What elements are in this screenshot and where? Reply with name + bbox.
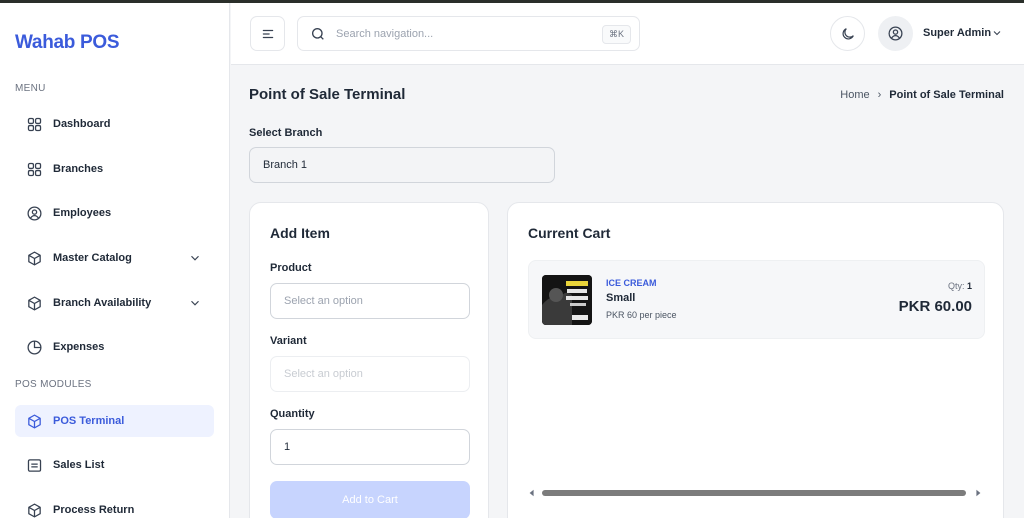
search-shortcut-badge: ⌘K	[601, 25, 631, 44]
cart-item[interactable]: ICE CREAM Small PKR 60 per piece Qty: 1 …	[528, 260, 985, 339]
qty-label: Qty:	[947, 281, 965, 291]
user-circle-icon	[25, 204, 43, 222]
search-icon	[312, 28, 324, 40]
branch-select[interactable]: Branch 1	[249, 147, 555, 183]
sidebar-item-sales-list[interactable]: Sales List	[15, 449, 214, 481]
horizontal-scrollbar[interactable]	[528, 487, 985, 499]
theme-toggle-button[interactable]	[830, 16, 865, 51]
cart-item-name: Small	[606, 292, 636, 304]
box-icon	[25, 501, 43, 518]
sidebar-item-label: Process Return	[53, 504, 135, 516]
top-header: ⌘K Super Admin	[231, 3, 1024, 65]
variant-select[interactable]: Select an option	[270, 356, 470, 392]
breadcrumb-home-link[interactable]: Home	[840, 89, 869, 101]
sidebar-item-employees[interactable]: Employees	[15, 197, 214, 229]
scrollbar-thumb[interactable]	[542, 490, 966, 496]
product-thumbnail	[542, 275, 592, 325]
breadcrumb-separator: ›	[877, 89, 882, 101]
branch-select-label: Select Branch	[249, 127, 323, 139]
quantity-label: Quantity	[270, 408, 315, 420]
add-to-cart-button[interactable]: Add to Cart	[270, 481, 470, 518]
menu-icon	[262, 29, 273, 38]
sidebar-item-label: Expenses	[53, 341, 105, 353]
sidebar-item-label: Master Catalog	[53, 252, 132, 264]
sidebar-item-master-catalog[interactable]: Master Catalog	[15, 242, 214, 274]
quantity-input[interactable]: 1	[270, 429, 470, 465]
add-item-card: Add Item Product Select an option Varian…	[249, 202, 489, 518]
list-icon	[25, 456, 43, 474]
cart-item-unit-price: PKR 60 per piece	[606, 310, 677, 320]
avatar[interactable]	[878, 16, 913, 51]
qty-value: 1	[966, 281, 972, 291]
product-label: Product	[270, 262, 312, 274]
box-icon	[25, 294, 43, 312]
cart-title: Current Cart	[528, 225, 611, 241]
brand-logo[interactable]: Wahab POS	[15, 32, 120, 54]
sidebar-item-branch-availability[interactable]: Branch Availability	[15, 287, 214, 319]
sidebar-item-branches[interactable]: Branches	[15, 153, 214, 185]
add-item-title: Add Item	[270, 225, 330, 241]
grid-icon	[25, 115, 43, 133]
menu-toggle-button[interactable]	[250, 16, 285, 51]
box-icon	[25, 412, 43, 430]
sidebar-item-expenses[interactable]: Expenses	[15, 331, 214, 363]
cart-item-total: PKR 60.00	[898, 298, 972, 315]
sidebar-item-process-return[interactable]: Process Return	[15, 494, 214, 518]
moon-icon	[842, 27, 854, 39]
breadcrumb-current: Point of Sale Terminal	[889, 89, 1004, 101]
sidebar-item-pos-terminal[interactable]: POS Terminal	[15, 405, 214, 437]
variant-label: Variant	[270, 335, 307, 347]
chevron-down-icon	[191, 300, 199, 306]
sidebar-item-label: Branch Availability	[53, 297, 152, 309]
sidebar-item-label: POS Terminal	[53, 415, 125, 427]
sidebar-item-dashboard[interactable]: Dashboard	[15, 108, 214, 140]
chevron-down-icon	[191, 255, 199, 261]
sidebar: Wahab POS MENU Dashboard Branches Employ…	[0, 3, 230, 518]
cart-item-category: ICE CREAM	[606, 278, 657, 288]
search-input[interactable]	[336, 25, 586, 43]
scroll-left-icon[interactable]	[528, 489, 536, 497]
sidebar-item-label: Employees	[53, 207, 112, 219]
grid-icon	[25, 160, 43, 178]
sidebar-item-label: Dashboard	[53, 118, 111, 130]
current-cart-card: Current Cart ICE CREAM Small PKR 60 per …	[507, 202, 1004, 518]
breadcrumb: Home › Point of Sale Terminal	[840, 89, 1004, 101]
user-circle-icon	[888, 26, 903, 41]
pie-chart-icon	[25, 338, 43, 356]
page-title: Point of Sale Terminal	[249, 86, 406, 103]
pos-modules-section-label: POS MODULES	[15, 379, 92, 390]
box-icon	[25, 249, 43, 267]
chevron-down-icon[interactable]	[991, 27, 1003, 39]
search-box[interactable]: ⌘K	[297, 16, 640, 51]
user-name[interactable]: Super Admin	[923, 27, 991, 39]
sidebar-item-label: Branches	[53, 163, 104, 175]
menu-section-label: MENU	[15, 83, 46, 94]
product-select[interactable]: Select an option	[270, 283, 470, 319]
scroll-right-icon[interactable]	[974, 489, 982, 497]
cart-item-quantity: Qty: 1	[948, 281, 972, 291]
sidebar-item-label: Sales List	[53, 459, 105, 471]
